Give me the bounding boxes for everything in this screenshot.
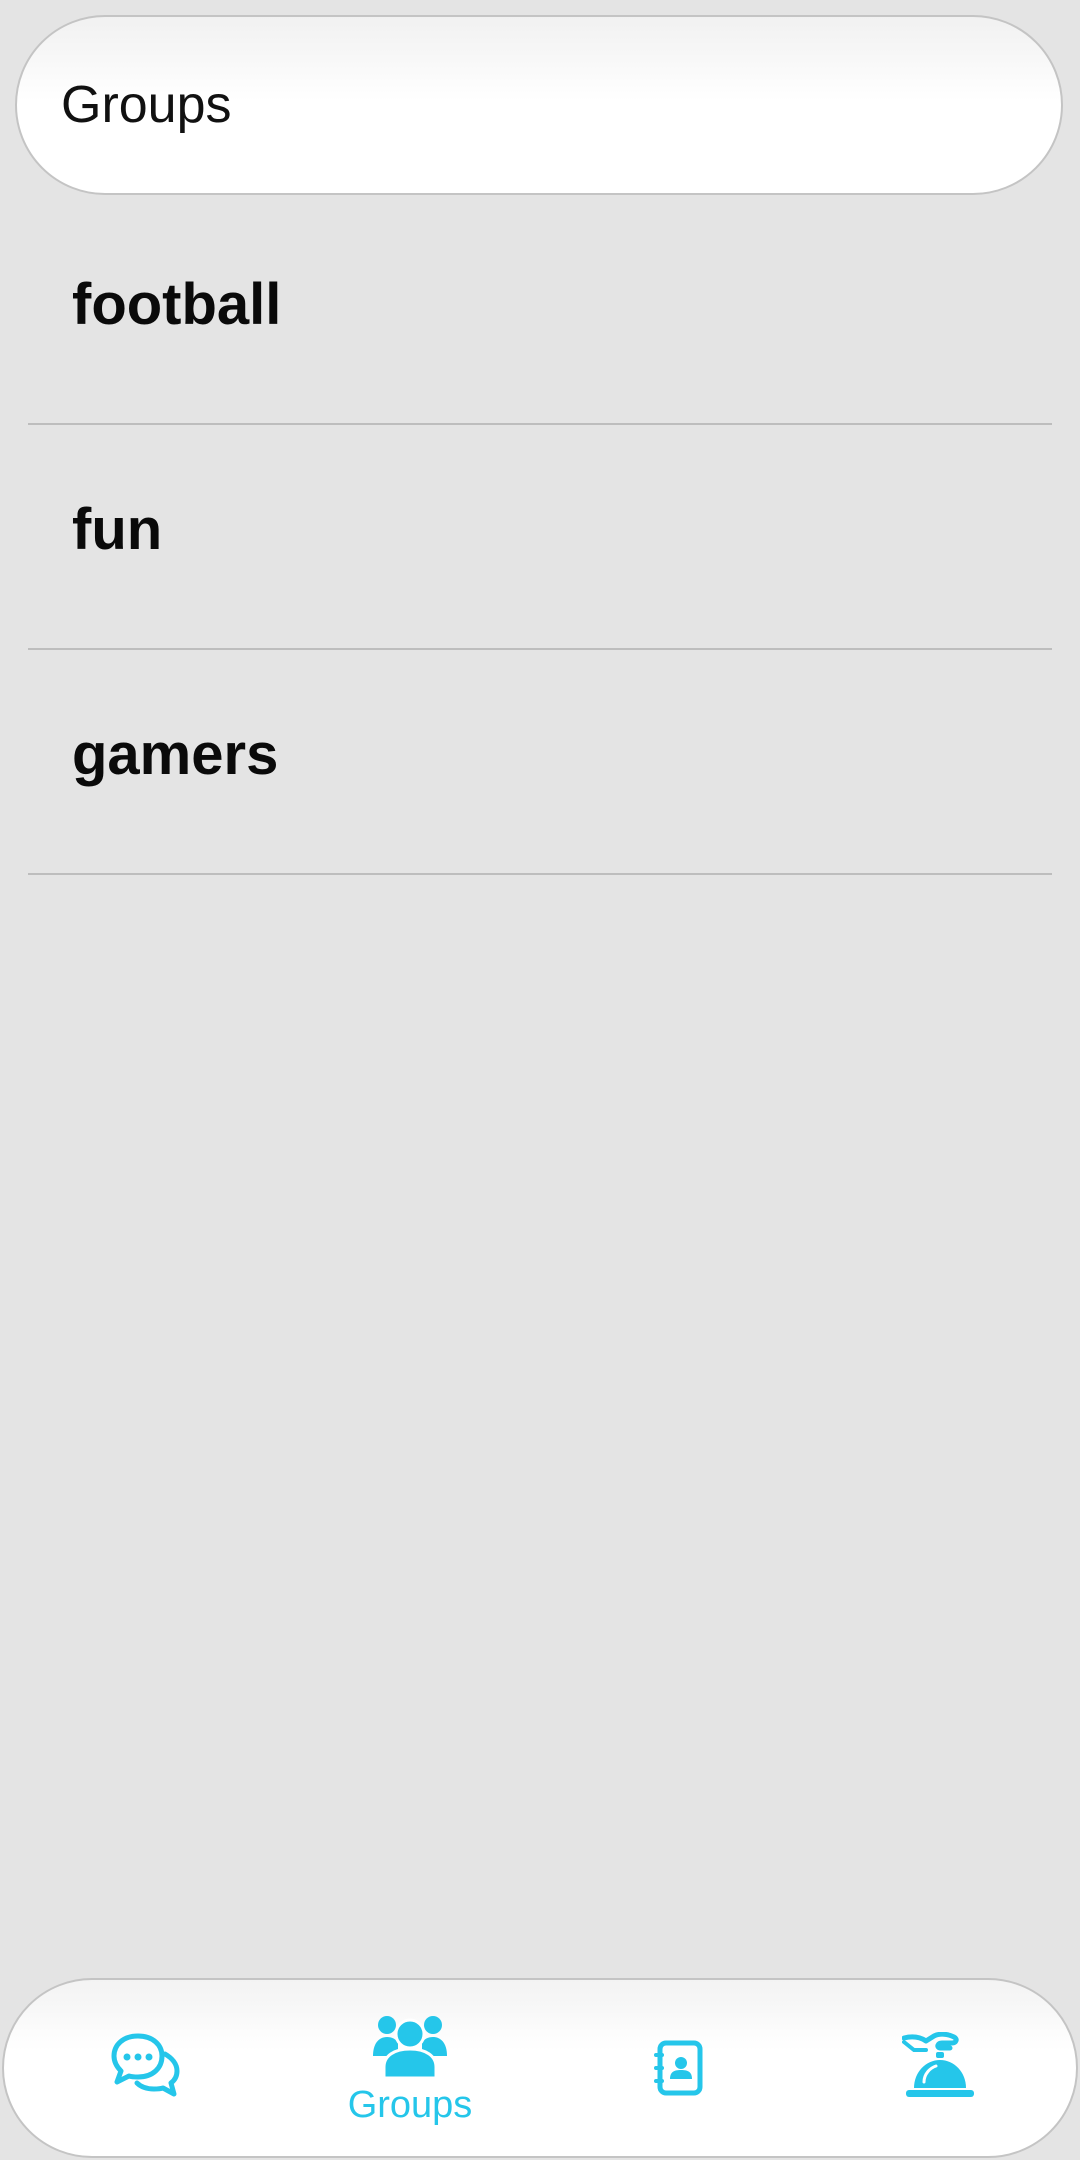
group-name: football <box>72 271 282 337</box>
nav-item-contacts[interactable] <box>578 1980 778 2156</box>
group-icon <box>373 2016 447 2078</box>
service-bell-icon <box>902 2032 974 2097</box>
group-list: football fun gamers <box>28 200 1052 875</box>
nav-item-chats[interactable] <box>46 1980 246 2156</box>
nav-label-groups: Groups <box>347 2084 473 2126</box>
group-list-item[interactable]: gamers <box>28 650 1052 875</box>
page-title: Groups <box>61 76 232 134</box>
nav-item-groups[interactable]: Groups <box>310 1980 510 2156</box>
group-name: gamers <box>72 721 279 787</box>
group-name: fun <box>72 496 163 562</box>
contacts-book-icon <box>654 2040 703 2096</box>
bottom-navigation: Groups <box>2 1978 1078 2158</box>
chat-bubbles-icon <box>111 2033 180 2097</box>
page-header: Groups <box>15 15 1063 195</box>
nav-item-services[interactable] <box>840 1980 1040 2156</box>
group-list-item[interactable]: football <box>28 200 1052 425</box>
group-list-item[interactable]: fun <box>28 425 1052 650</box>
